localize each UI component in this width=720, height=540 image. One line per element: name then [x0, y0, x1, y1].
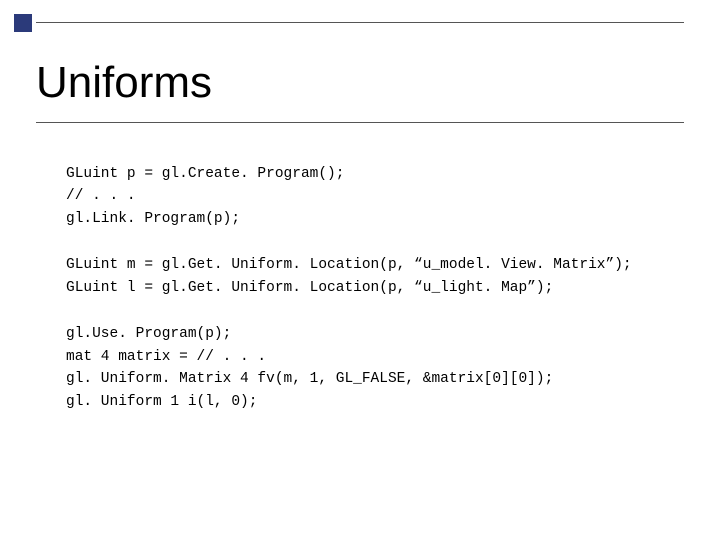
code-area: GLuint p = gl.Create. Program(); // . . … [66, 163, 684, 413]
code-block-2: GLuint m = gl.Get. Uniform. Location(p, … [66, 254, 684, 299]
code-block-1: GLuint p = gl.Create. Program(); // . . … [66, 163, 684, 230]
slide: Uniforms GLuint p = gl.Create. Program()… [0, 0, 720, 540]
code-block-3: gl.Use. Program(p); mat 4 matrix = // . … [66, 323, 684, 413]
top-rule [36, 22, 684, 23]
title-underline [36, 122, 684, 123]
accent-square-icon [14, 14, 32, 32]
page-title: Uniforms [36, 58, 684, 108]
